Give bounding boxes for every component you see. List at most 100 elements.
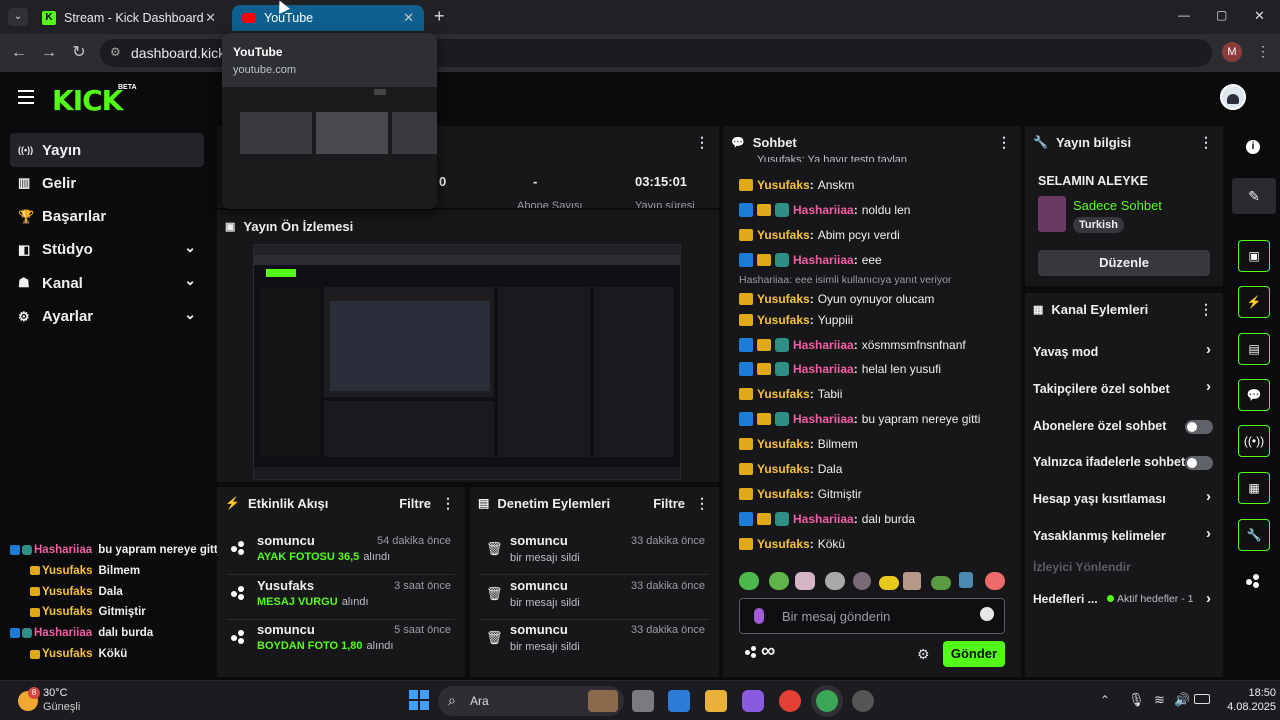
profile-avatar[interactable]: M xyxy=(1222,42,1242,62)
emote-icon[interactable] xyxy=(931,576,951,590)
goals-arrow-icon[interactable]: › xyxy=(1206,590,1211,607)
emote-icon[interactable] xyxy=(985,572,1005,590)
task-view-icon[interactable] xyxy=(632,690,654,712)
channel-action-0[interactable]: Yavaş mod › xyxy=(1025,339,1223,365)
chat-username[interactable]: Yusufaks xyxy=(757,437,810,451)
send-button[interactable]: Gönder xyxy=(943,641,1005,667)
sidebar-item-0[interactable]: ((•)) Yayın xyxy=(10,133,204,167)
windows-start-icon[interactable] xyxy=(409,690,429,710)
chat-more-icon[interactable]: ⋮ xyxy=(997,134,1011,151)
chat-username[interactable]: Yusufaks xyxy=(757,387,810,401)
battery-icon[interactable] xyxy=(1194,694,1210,704)
emote-icon[interactable] xyxy=(879,576,899,590)
edit-icon[interactable]: ✎ xyxy=(1232,178,1276,214)
emote-icon[interactable] xyxy=(825,572,845,590)
emote-icon[interactable] xyxy=(769,572,789,590)
microphone-icon[interactable] xyxy=(754,608,764,624)
menu-icon[interactable] xyxy=(18,90,34,104)
moderation-filter-button[interactable]: Filtre xyxy=(653,496,685,511)
toggle-switch[interactable] xyxy=(1185,419,1213,434)
tab-youtube[interactable]: YouTube ✕ xyxy=(232,5,424,31)
clock-date[interactable]: 4.08.2025 xyxy=(1218,701,1276,713)
preview-toggle-icon[interactable]: ▣ xyxy=(1238,240,1270,272)
kick-dots-icon[interactable] xyxy=(745,646,757,658)
emote-icon[interactable] xyxy=(739,572,759,590)
kick-logo[interactable]: KICK xyxy=(52,84,123,117)
channel-action-1[interactable]: Takipçilere özel sohbet › xyxy=(1025,376,1223,402)
moderation-user[interactable]: somuncu xyxy=(510,533,568,548)
mic-tray-icon[interactable]: 🎙 xyxy=(1128,692,1145,708)
activity-user[interactable]: somuncu xyxy=(257,533,315,548)
channel-actions-toggle-icon[interactable]: ▦ xyxy=(1238,472,1270,504)
maximize-icon[interactable]: ▢ xyxy=(1216,8,1227,22)
forward-icon[interactable]: → xyxy=(38,42,60,64)
chat-username[interactable]: Yusufaks xyxy=(757,537,810,551)
kick-extensions-icon[interactable] xyxy=(1246,574,1260,588)
chevron-down-icon[interactable]: ⌄ xyxy=(184,272,196,289)
chat-username[interactable]: Hashariiaa xyxy=(793,412,854,426)
reload-icon[interactable]: ↻ xyxy=(68,42,90,64)
chrome-profile-icon[interactable] xyxy=(816,690,838,712)
stats-more-icon[interactable]: ⋮ xyxy=(695,134,709,151)
category-thumbnail[interactable] xyxy=(1038,196,1066,232)
goals-label[interactable]: Hedefleri ... xyxy=(1033,592,1098,606)
user-avatar[interactable] xyxy=(1220,84,1246,110)
activity-user[interactable]: Yusufaks xyxy=(257,578,314,593)
toggle-switch[interactable] xyxy=(1185,456,1213,471)
channel-action-3[interactable]: Yalnızca ifadelerle sohbet xyxy=(1025,449,1223,475)
chat-username[interactable]: Yusufaks xyxy=(757,292,810,306)
volume-icon[interactable]: 🔊 xyxy=(1174,692,1190,708)
file-explorer-icon[interactable] xyxy=(705,690,727,712)
clock-time[interactable]: 18:50 xyxy=(1240,687,1276,699)
tray-overflow-icon[interactable]: ⌃ xyxy=(1100,693,1110,707)
close-window-icon[interactable]: ✕ xyxy=(1254,8,1265,24)
channel-action-4[interactable]: Hesap yaşı kısıtlaması › xyxy=(1025,486,1223,512)
chevron-right-icon[interactable]: › xyxy=(1206,341,1211,358)
chevron-down-icon[interactable]: ⌄ xyxy=(184,239,196,256)
chat-username[interactable]: Yusufaks xyxy=(757,487,810,501)
chevron-down-icon[interactable]: ⌄ xyxy=(184,306,196,323)
stream-info-more-icon[interactable]: ⋮ xyxy=(1199,134,1213,151)
close-tab-icon[interactable]: ✕ xyxy=(205,10,216,26)
moderation-user[interactable]: somuncu xyxy=(510,578,568,593)
chat-username[interactable]: Yusufaks xyxy=(757,228,810,242)
tab-kick-dashboard[interactable]: K Stream - Kick Dashboard ✕ xyxy=(32,5,226,31)
chat-settings-icon[interactable]: ⚙ xyxy=(917,646,930,663)
sidebar-item-2[interactable]: 🏆 Başarılar xyxy=(10,200,204,234)
wifi-icon[interactable]: ≋ xyxy=(1154,692,1165,708)
chat-username[interactable]: Yusufaks xyxy=(757,462,810,476)
chrome-icon[interactable] xyxy=(779,690,801,712)
chat-username[interactable]: Hashariiaa xyxy=(793,512,854,526)
moderation-more-icon[interactable]: ⋮ xyxy=(695,495,709,512)
chat-input[interactable]: Bir mesaj gönderin xyxy=(739,598,1005,634)
stream-info-toggle-icon[interactable]: 🔧 xyxy=(1238,519,1270,551)
back-icon[interactable]: ← xyxy=(8,42,30,64)
site-info-icon[interactable]: ⚙ xyxy=(110,45,121,59)
broadcast-toggle-icon[interactable]: ((•)) xyxy=(1238,425,1270,457)
channel-action-5[interactable]: Yasaklanmış kelimeler › xyxy=(1025,523,1223,549)
minimize-icon[interactable]: — xyxy=(1178,8,1190,22)
sidebar-item-5[interactable]: ⚙ Ayarlar ⌄ xyxy=(10,300,204,334)
activity-more-icon[interactable]: ⋮ xyxy=(441,495,455,512)
close-tab-icon[interactable]: ✕ xyxy=(403,10,414,26)
emote-icon[interactable] xyxy=(903,572,921,590)
activity-filter-button[interactable]: Filtre xyxy=(399,496,431,511)
emote-icon[interactable] xyxy=(959,572,973,588)
sidebar-item-4[interactable]: ☗ Kanal ⌄ xyxy=(10,266,204,300)
taskbar-search[interactable]: ⌕ Ara xyxy=(438,686,624,716)
obs-icon[interactable] xyxy=(852,690,874,712)
chevron-right-icon[interactable]: › xyxy=(1206,378,1211,395)
channel-actions-more-icon[interactable]: ⋮ xyxy=(1199,301,1213,318)
channel-action-2[interactable]: Abonelere özel sohbet xyxy=(1025,413,1223,439)
emoji-icon[interactable] xyxy=(980,607,994,621)
category-link[interactable]: Sadece Sohbet xyxy=(1073,198,1162,213)
chat-username[interactable]: Hashariiaa xyxy=(793,362,854,376)
store-icon[interactable] xyxy=(668,690,690,712)
chat-toggle-icon[interactable]: 💬 xyxy=(1238,379,1270,411)
chevron-right-icon[interactable]: › xyxy=(1206,525,1211,542)
browser-menu-icon[interactable]: ⋮ xyxy=(1256,43,1270,60)
copilot-icon[interactable] xyxy=(742,690,764,712)
emote-icon[interactable] xyxy=(853,572,871,590)
moderation-user[interactable]: somuncu xyxy=(510,622,568,637)
activity-user[interactable]: somuncu xyxy=(257,622,315,637)
